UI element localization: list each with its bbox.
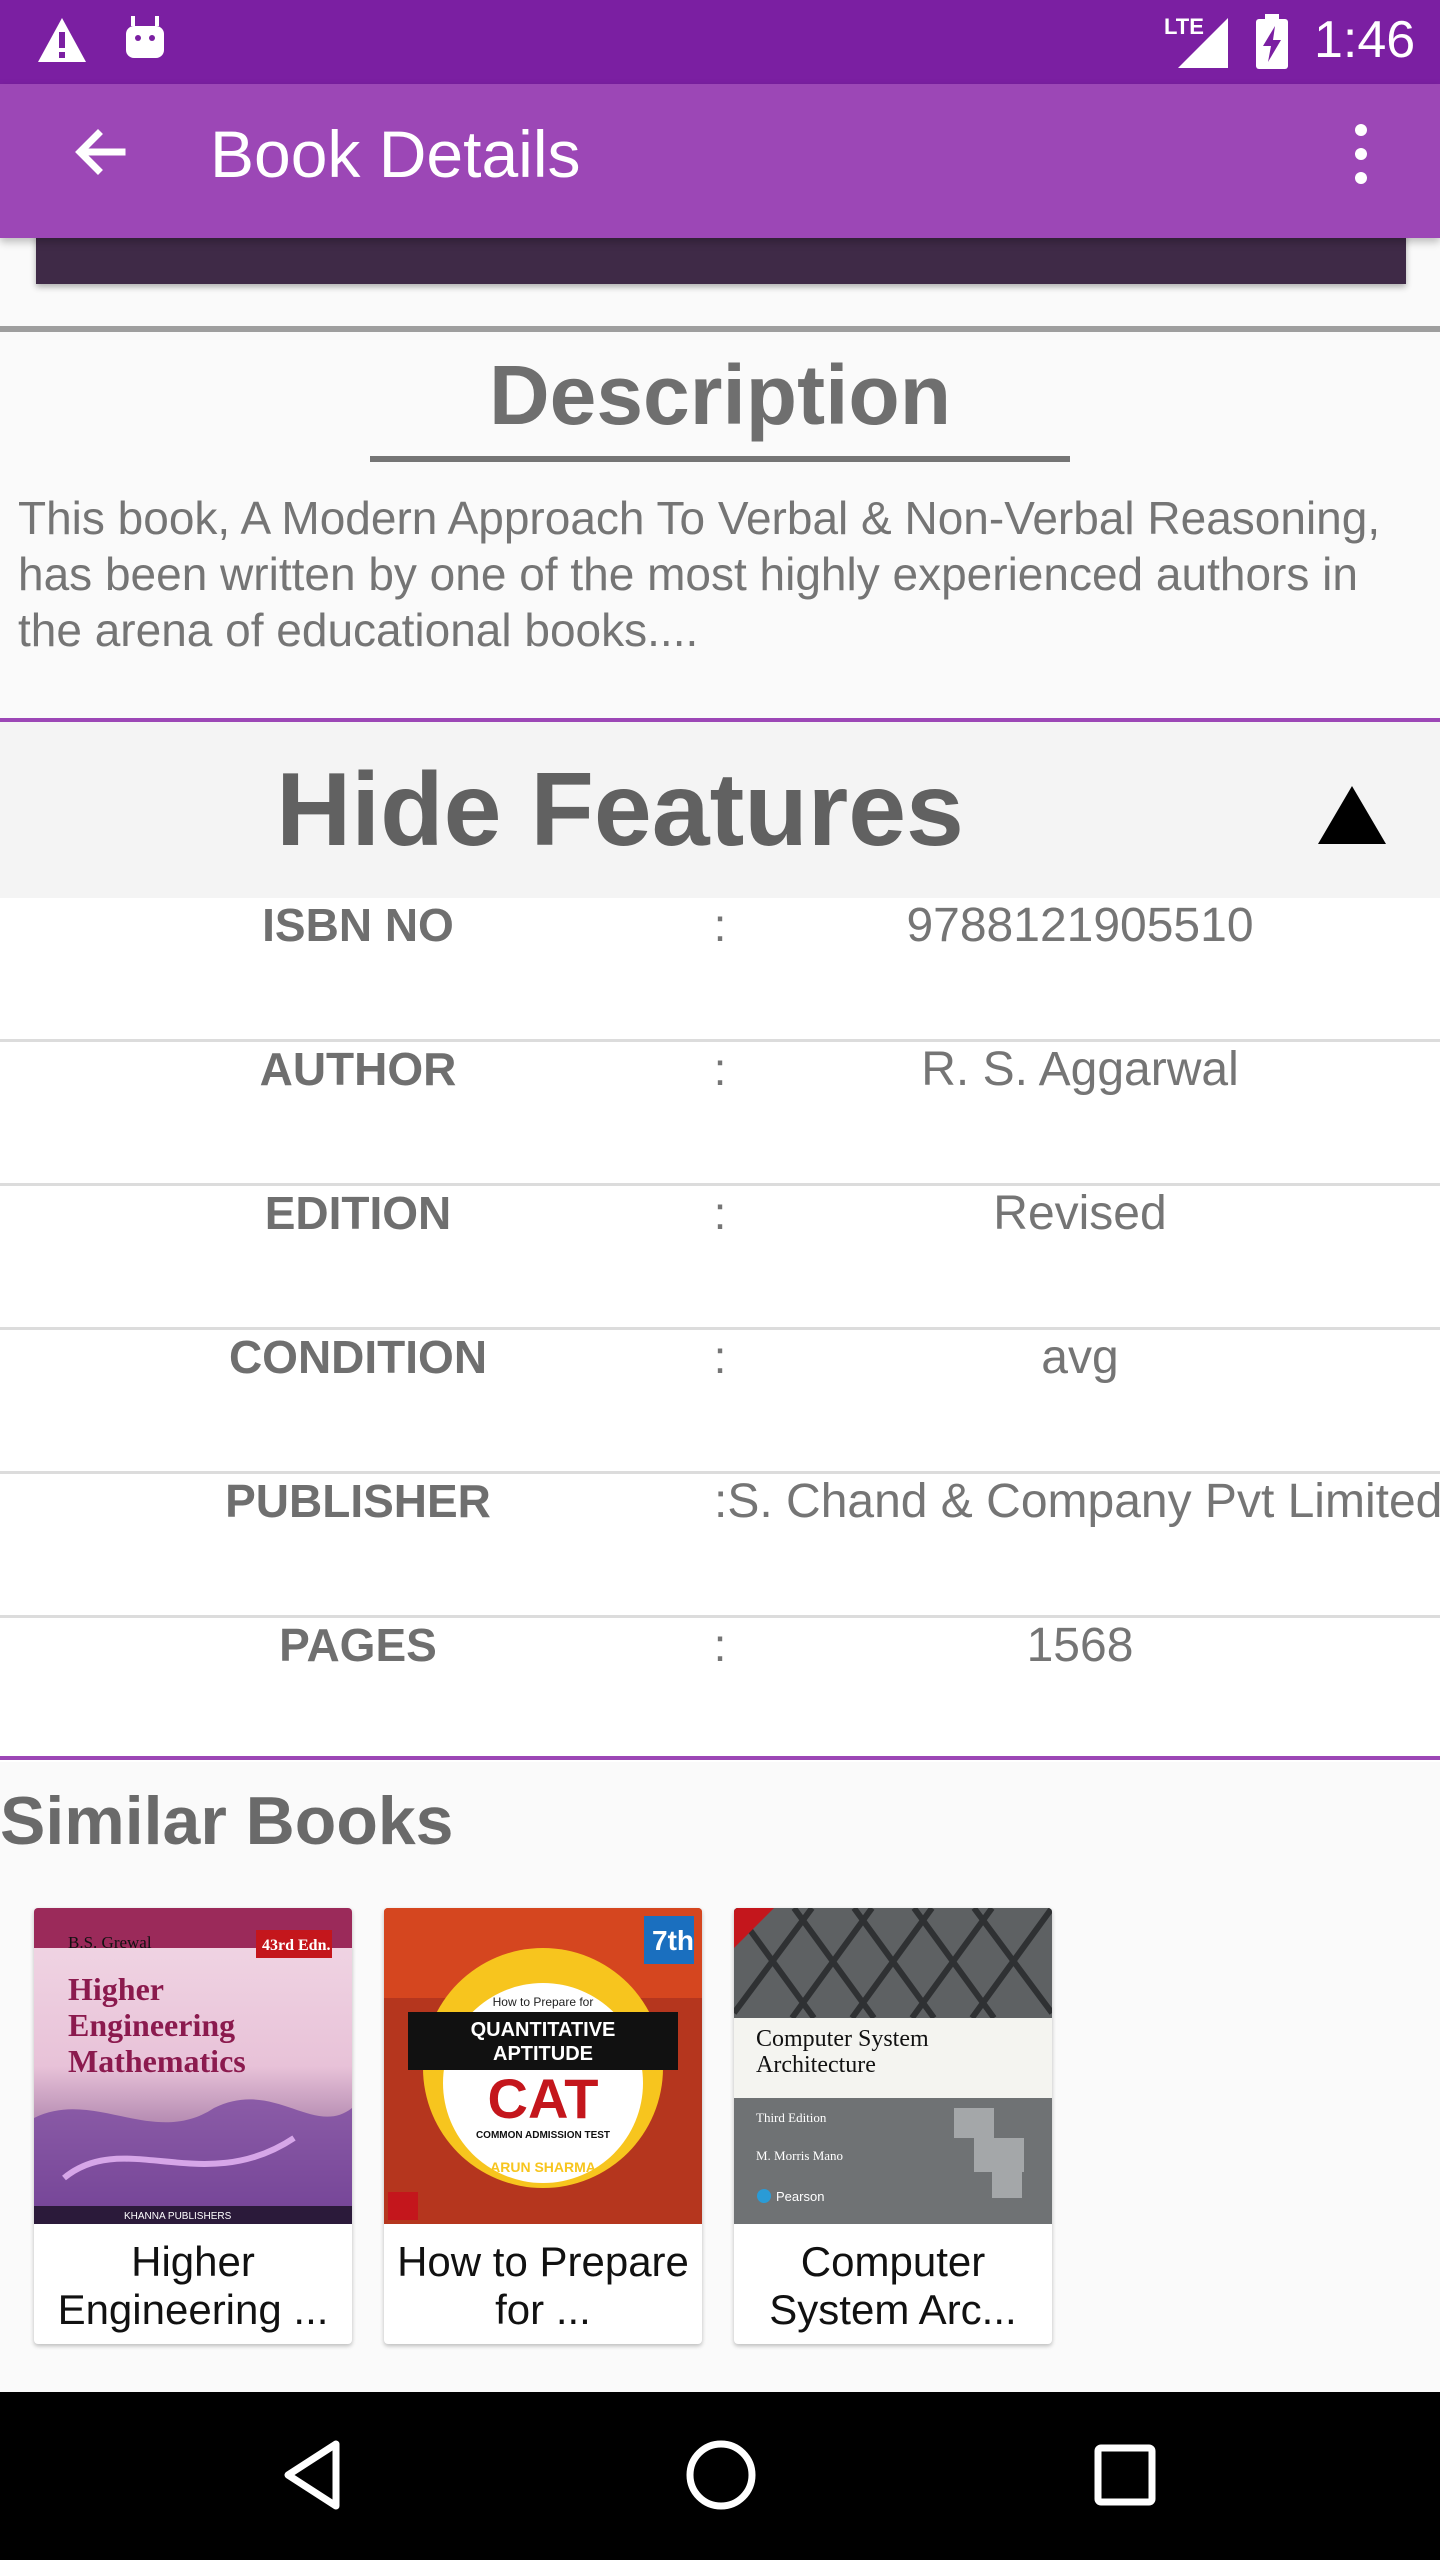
feature-key: PUBLISHER	[225, 1475, 491, 1527]
feature-row-condition: CONDITION : avg	[0, 1330, 1440, 1474]
feature-row-publisher: PUBLISHER :S. Chand & Company Pvt Limite…	[0, 1474, 1440, 1618]
svg-text:Computer System: Computer System	[756, 2026, 929, 2052]
svg-text:CAT: CAT	[488, 2067, 599, 2130]
feature-value: R. S. Aggarwal	[921, 1043, 1239, 1096]
feature-key: PAGES	[279, 1619, 437, 1671]
divider	[0, 1756, 1440, 1760]
nav-back-icon[interactable]	[270, 2430, 360, 2520]
feature-value: Revised	[993, 1187, 1167, 1240]
feature-row-author: AUTHOR : R. S. Aggarwal	[0, 1042, 1440, 1186]
feature-key: CONDITION	[228, 1331, 488, 1383]
similar-book-card[interactable]: B.S. Grewal 43rd Edn. Higher Engineering…	[34, 1908, 352, 2344]
svg-text:APTITUDE: APTITUDE	[493, 2043, 593, 2065]
heading-underline	[370, 456, 1070, 462]
svg-text:Pearson: Pearson	[776, 2189, 824, 2204]
svg-text:Higher: Higher	[68, 1971, 164, 2007]
battery-charging-icon	[1256, 14, 1288, 69]
app-bar: Book Details	[0, 84, 1440, 238]
book-cover-image[interactable]: 7th How to Prepare for QUANTITATIVE APTI…	[384, 1908, 702, 2224]
arrow-back-icon[interactable]	[60, 114, 140, 194]
description-text: This book, A Modern Approach To Verbal &…	[18, 492, 1381, 656]
feature-value: 1568	[1026, 1619, 1134, 1672]
svg-text:43rd Edn.: 43rd Edn.	[262, 1937, 330, 1954]
features-table: ISBN NO : 9788121905510 AUTHOR : R. S. A…	[0, 898, 1440, 1762]
feature-row-isbn: ISBN NO : 9788121905510	[0, 898, 1440, 1042]
similar-book-title[interactable]: Higher Engineering ...	[34, 2238, 352, 2334]
collapse-triangle-icon[interactable]	[1318, 786, 1386, 844]
svg-text:How to Prepare for: How to Prepare for	[493, 1995, 594, 2009]
page-title: Book Details	[210, 117, 581, 191]
android-debug-icon	[126, 16, 164, 58]
similar-book-card[interactable]: Computer System Architecture Third Editi…	[734, 1908, 1052, 2344]
warning-icon	[38, 18, 86, 62]
svg-text:M. Morris Mano: M. Morris Mano	[756, 2148, 843, 2163]
svg-text:Mathematics: Mathematics	[68, 2043, 246, 2079]
system-nav-bar	[0, 2392, 1440, 2560]
book-image	[36, 232, 1406, 284]
svg-text:Architecture: Architecture	[756, 2052, 876, 2078]
features-toggle-label[interactable]: Hide Features	[0, 722, 1240, 898]
nav-recents-icon[interactable]	[1080, 2430, 1170, 2520]
clock: 1:46	[1314, 11, 1416, 69]
svg-text:Third Edition: Third Edition	[756, 2110, 827, 2125]
divider	[0, 326, 1440, 332]
feature-key: AUTHOR	[259, 1043, 457, 1095]
svg-text:QUANTITATIVE: QUANTITATIVE	[471, 2019, 616, 2041]
feature-value: avg	[1041, 1331, 1119, 1384]
feature-value: :S. Chand & Company Pvt Limited	[714, 1475, 1440, 1528]
features-toggle[interactable]: Hide Features	[0, 722, 1440, 898]
feature-key: EDITION	[264, 1187, 452, 1239]
more-vert-icon[interactable]	[1336, 110, 1386, 200]
svg-text:Engineering: Engineering	[68, 2007, 235, 2043]
svg-text:KHANNA PUBLISHERS: KHANNA PUBLISHERS	[124, 2211, 232, 2222]
feature-row-edition: EDITION : Revised	[0, 1186, 1440, 1330]
nav-home-icon[interactable]	[676, 2430, 766, 2520]
svg-text:ARUN SHARMA: ARUN SHARMA	[490, 2159, 596, 2175]
svg-text:COMMON ADMISSION TEST: COMMON ADMISSION TEST	[476, 2130, 610, 2141]
description-heading: Description	[488, 348, 952, 442]
signal-icon	[1178, 18, 1228, 68]
svg-text:B.S. Grewal: B.S. Grewal	[68, 1933, 152, 1952]
svg-text:7th: 7th	[652, 1925, 694, 1956]
feature-key: ISBN NO	[262, 899, 454, 951]
similar-books-heading: Similar Books	[0, 1783, 454, 1859]
status-bar: LTE 1:46	[0, 0, 1440, 84]
book-cover-image[interactable]: Computer System Architecture Third Editi…	[734, 1908, 1052, 2224]
feature-value: 9788121905510	[906, 899, 1254, 952]
feature-row-pages: PAGES : 1568	[0, 1618, 1440, 1762]
book-cover-image[interactable]: B.S. Grewal 43rd Edn. Higher Engineering…	[34, 1908, 352, 2224]
similar-book-title[interactable]: How to Prepare for ...	[384, 2238, 702, 2334]
similar-book-title[interactable]: Computer System Arc...	[734, 2238, 1052, 2334]
similar-book-card[interactable]: 7th How to Prepare for QUANTITATIVE APTI…	[384, 1908, 702, 2344]
